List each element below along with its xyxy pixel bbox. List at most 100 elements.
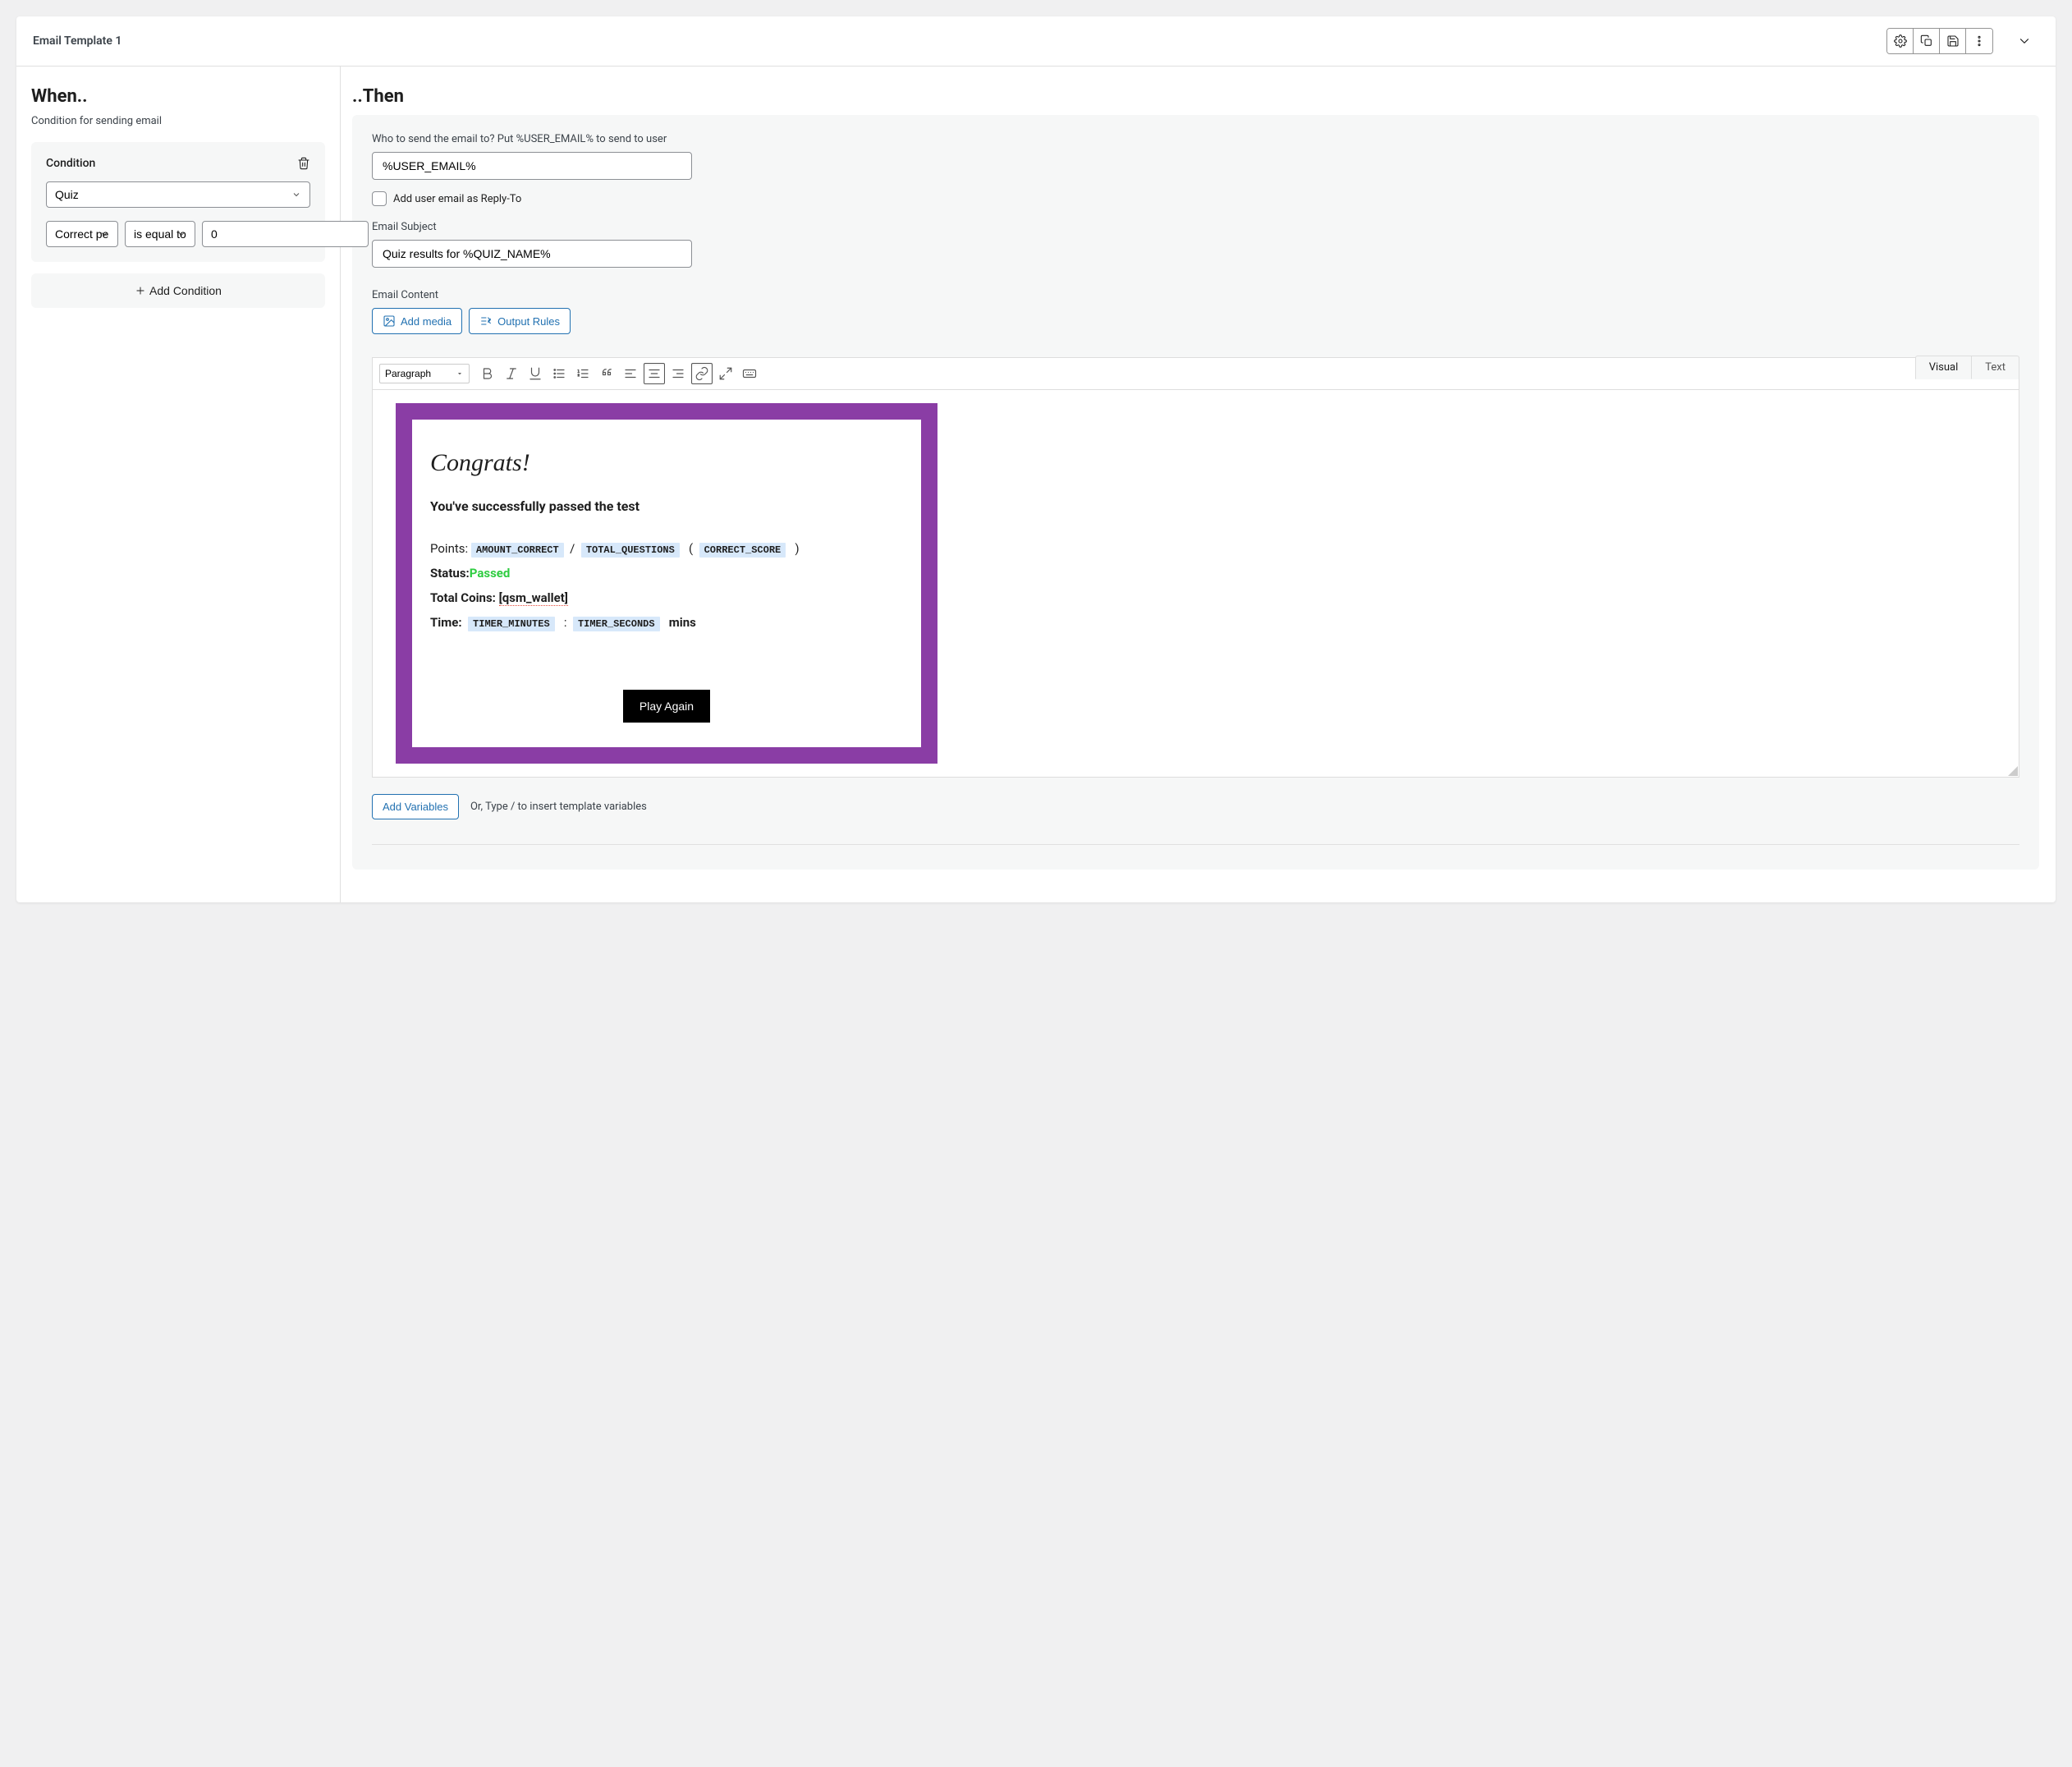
link-button[interactable]: [691, 363, 713, 384]
status-value: Passed: [470, 566, 511, 581]
expand-icon: [718, 366, 733, 381]
recipient-input[interactable]: [372, 152, 692, 180]
value-input[interactable]: [202, 221, 369, 247]
underline-button[interactable]: [525, 363, 546, 384]
colon: :: [564, 615, 567, 630]
rules-icon: [479, 314, 493, 328]
add-condition-label: Add Condition: [149, 284, 222, 297]
reply-to-row: Add user email as Reply-To: [372, 191, 2019, 206]
trash-icon: [297, 157, 310, 170]
status-label: Status:: [430, 566, 470, 581]
main-layout: When.. Condition for sending email Condi…: [16, 67, 2056, 902]
coins-label: Total Coins:: [430, 590, 499, 605]
hint-text: Or, Type / to insert template variables: [470, 801, 647, 813]
content-label: Email Content: [372, 289, 2019, 301]
settings-button[interactable]: [1887, 29, 1914, 53]
then-card: Who to send the email to? Put %USER_EMAI…: [352, 115, 2039, 870]
template-inner: Congrats! You've successfully passed the…: [412, 420, 921, 747]
editor-tabs: Visual Text: [1915, 356, 2019, 379]
subject-label: Email Subject: [372, 221, 2019, 233]
template-title: Email Template 1: [33, 34, 121, 48]
ol-button[interactable]: [572, 363, 594, 384]
gear-icon: [1894, 34, 1907, 48]
save-icon: [1946, 34, 1960, 48]
divider: [372, 844, 2019, 845]
when-panel: When.. Condition for sending email Condi…: [16, 67, 341, 902]
align-left-button[interactable]: [620, 363, 641, 384]
collapse-button[interactable]: [2010, 26, 2039, 56]
align-right-icon: [671, 366, 685, 381]
tab-visual[interactable]: Visual: [1915, 356, 1973, 379]
fullscreen-button[interactable]: [715, 363, 736, 384]
italic-button[interactable]: [501, 363, 522, 384]
var-total-questions: TOTAL_QUESTIONS: [581, 543, 680, 558]
condition-card: Condition Quiz Correct pe is equal to: [31, 142, 325, 262]
time-label: Time:: [430, 615, 462, 630]
more-button[interactable]: [1966, 29, 1992, 53]
slash: /: [570, 541, 575, 556]
align-right-button[interactable]: [667, 363, 689, 384]
bold-button[interactable]: [477, 363, 498, 384]
var-amount-correct: AMOUNT_CORRECT: [471, 543, 564, 558]
output-rules-button[interactable]: Output Rules: [469, 308, 571, 334]
add-media-button[interactable]: Add media: [372, 308, 462, 334]
add-media-label: Add media: [401, 315, 452, 328]
time-line: Time: TIMER_MINUTES : TIMER_SECONDS mins: [430, 613, 903, 632]
field-select[interactable]: Correct pe: [46, 221, 118, 247]
tab-text[interactable]: Text: [1972, 356, 2019, 379]
content-buttons: Add media Output Rules: [372, 308, 2019, 334]
output-rules-label: Output Rules: [497, 315, 560, 328]
editor-wrap: Visual Text Paragraph: [372, 357, 2019, 778]
when-title: When..: [31, 86, 325, 107]
add-condition-button[interactable]: Add Condition: [31, 273, 325, 308]
copy-button[interactable]: [1914, 29, 1940, 53]
operator-select[interactable]: is equal to: [125, 221, 195, 247]
media-icon: [383, 314, 396, 328]
link-icon: [694, 366, 709, 381]
plus-icon: [135, 285, 146, 296]
chevron-down-icon: [2017, 34, 2032, 48]
recipient-label: Who to send the email to? Put %USER_EMAI…: [372, 133, 2019, 145]
copy-icon: [1920, 34, 1933, 48]
subject-input[interactable]: [372, 240, 692, 268]
condition-row: Correct pe is equal to: [46, 221, 310, 247]
quote-button[interactable]: [596, 363, 617, 384]
then-panel: ..Then Who to send the email to? Put %US…: [341, 67, 2056, 902]
passed-text: You've successfully passed the test: [430, 498, 903, 514]
topbar: Email Template 1: [16, 16, 2056, 67]
ul-button[interactable]: [548, 363, 570, 384]
add-variables-button[interactable]: Add Variables: [372, 794, 459, 819]
var-timer-minutes: TIMER_MINUTES: [468, 617, 555, 631]
when-subtitle: Condition for sending email: [31, 115, 325, 127]
topbar-actions: [1886, 26, 2039, 56]
editor-toolbar: Paragraph: [372, 357, 2019, 389]
save-button[interactable]: [1940, 29, 1966, 53]
editor-content[interactable]: Congrats! You've successfully passed the…: [372, 389, 2019, 778]
keyboard-icon: [742, 366, 757, 381]
footer-row: Add Variables Or, Type / to insert templ…: [372, 794, 2019, 819]
format-select[interactable]: Paragraph: [379, 364, 470, 383]
var-correct-score: CORRECT_SCORE: [699, 543, 786, 558]
keyboard-button[interactable]: [739, 363, 760, 384]
add-variables-label: Add Variables: [383, 801, 448, 813]
play-again-button[interactable]: Play Again: [623, 690, 710, 723]
align-center-icon: [647, 366, 662, 381]
more-vertical-icon: [1973, 34, 1986, 48]
quote-icon: [599, 366, 614, 381]
delete-condition-button[interactable]: [297, 157, 310, 173]
list-ul-icon: [552, 366, 566, 381]
reply-to-label: Add user email as Reply-To: [393, 193, 521, 205]
congrats-heading: Congrats!: [430, 449, 903, 477]
close-paren: ): [795, 541, 799, 556]
status-line: Status:Passed: [430, 563, 903, 583]
coins-line: Total Coins: [qsm_wallet]: [430, 588, 903, 608]
resize-handle[interactable]: [2008, 766, 2018, 776]
reply-to-checkbox[interactable]: [372, 191, 387, 206]
bold-icon: [480, 366, 495, 381]
action-icon-group: [1886, 28, 1993, 54]
quiz-select[interactable]: Quiz: [46, 181, 310, 208]
open-paren: (: [689, 541, 693, 556]
align-center-button[interactable]: [644, 363, 665, 384]
then-title: ..Then: [352, 86, 2039, 107]
template-outer: Congrats! You've successfully passed the…: [396, 403, 937, 764]
